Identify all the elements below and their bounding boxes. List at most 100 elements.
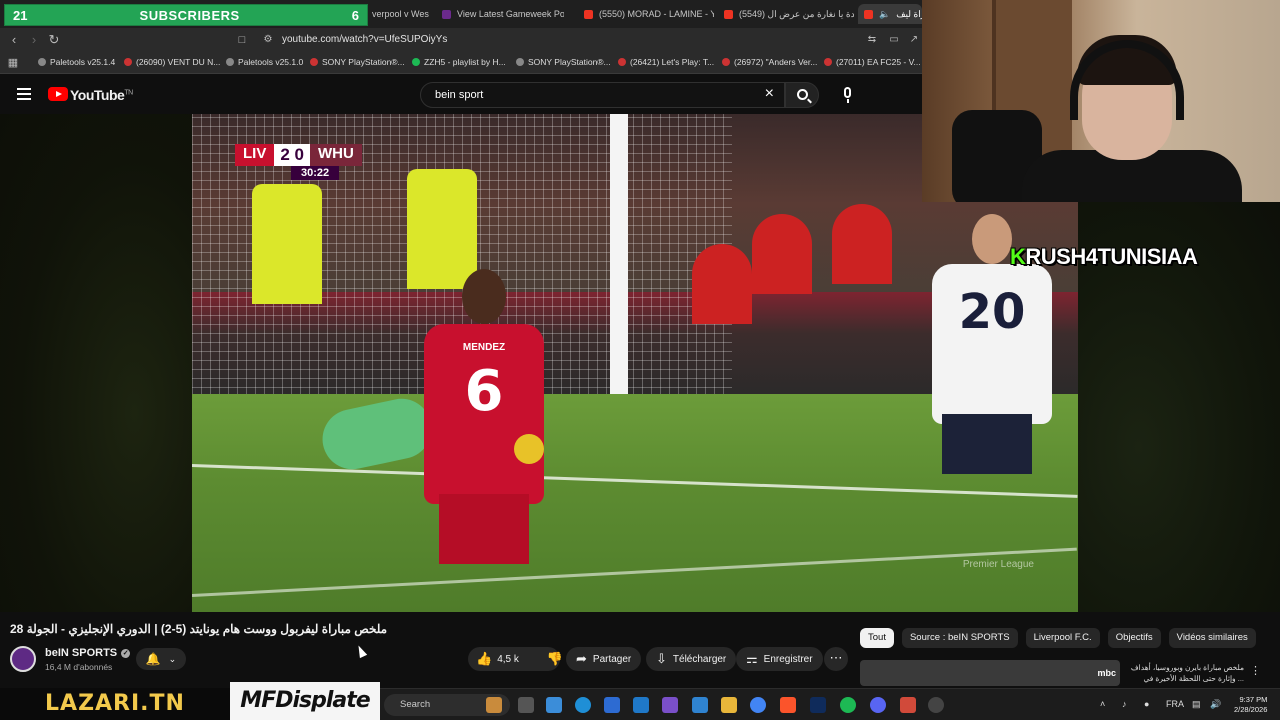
- file-explorer-icon[interactable]: [721, 697, 737, 713]
- more-options-icon[interactable]: ⋯: [824, 647, 848, 671]
- browser-tab[interactable]: (5550) MORAD - LAMINE - You: [578, 4, 714, 24]
- chip-goals[interactable]: Objectifs: [1107, 628, 1161, 648]
- spotify-icon[interactable]: [840, 697, 856, 713]
- teams-icon[interactable]: [662, 697, 678, 713]
- chrome-icon[interactable]: [750, 697, 766, 713]
- bookmark-icon[interactable]: □: [234, 32, 250, 48]
- subscriber-label: SUBSCRIBERS: [139, 7, 240, 23]
- bookmark-item[interactable]: ZZH5 - playlist by H...: [412, 57, 506, 67]
- bookmark-item[interactable]: (26972) "Anders Ver...: [722, 57, 817, 67]
- share-label: Partager: [592, 653, 632, 665]
- reload-icon[interactable]: ↻: [46, 32, 62, 48]
- tab-label: verpool v Wes: [372, 9, 429, 19]
- logo-region: TN: [124, 89, 133, 97]
- player-red: MENDEZ 6: [424, 269, 544, 564]
- bookmark-item[interactable]: SONY PlayStation®...: [516, 57, 611, 67]
- chip-source[interactable]: Source : beIN SPORTS: [901, 628, 1018, 648]
- browser-tab[interactable]: View Latest Gameweek Points: [436, 4, 564, 24]
- goal-post: [610, 114, 628, 426]
- download-button[interactable]: ⇩ Télécharger: [646, 647, 737, 671]
- ambient-glow-left: [0, 114, 192, 612]
- speaker-icon[interactable]: 🔈: [879, 9, 890, 20]
- discord-icon[interactable]: [870, 697, 886, 713]
- thumbs-down-icon: 👎: [546, 651, 564, 666]
- browser-tab[interactable]: (5549) سيدة يا نغارة من عرض ال: [718, 4, 854, 24]
- back-icon[interactable]: ‹: [6, 32, 22, 48]
- task-view-icon[interactable]: [518, 697, 534, 713]
- language-indicator[interactable]: FRA: [1166, 699, 1184, 709]
- taskbar-clock[interactable]: 9:37 PM 2/28/2026: [1234, 695, 1267, 715]
- share-button[interactable]: ➦ Partager: [566, 647, 642, 671]
- voice-search-button[interactable]: [836, 82, 860, 108]
- microphone-icon: [844, 87, 851, 98]
- bookmark-label: (26090) VENT DU N...: [136, 57, 221, 67]
- scorebug: LIV 2 0 WHU: [235, 144, 362, 166]
- save-button[interactable]: ⚎ Enregistrer: [736, 647, 823, 671]
- headphones-icon[interactable]: ♪: [1122, 699, 1127, 709]
- bookmark-item[interactable]: Paletools v25.1.4: [38, 57, 115, 67]
- photoshop-icon[interactable]: [810, 697, 826, 713]
- cast-icon[interactable]: ▭: [886, 32, 902, 48]
- bookmark-label: Paletools v25.1.0: [238, 57, 304, 67]
- bell-icon: 🔔: [145, 652, 161, 666]
- player-white: 20: [932, 214, 1052, 474]
- streamer-handle: KRUSH4TUNISIAA: [1010, 244, 1198, 270]
- bookmark-item[interactable]: (26090) VENT DU N...: [124, 57, 220, 67]
- subscriber-count-right: 6: [351, 7, 359, 23]
- search-icon: [797, 89, 808, 100]
- channel-name[interactable]: beIN SPORTS ✓: [45, 647, 131, 659]
- subscribed-bell-button[interactable]: 🔔 ⌄: [136, 648, 186, 670]
- store-icon[interactable]: [604, 697, 620, 713]
- chip-all[interactable]: Tout: [860, 628, 894, 648]
- youtube-logo-text[interactable]: YouTubeTN: [70, 87, 133, 103]
- outlook-icon[interactable]: [633, 697, 649, 713]
- apps-grid-icon[interactable]: ▦: [5, 55, 21, 71]
- search-input[interactable]: bein sport ×: [420, 82, 785, 108]
- player-number: 6: [464, 359, 504, 424]
- url-field[interactable]: youtube.com/watch?v=UfeSUPOiyYs: [282, 32, 447, 48]
- chip-liverpool[interactable]: Liverpool F.C.: [1025, 628, 1100, 648]
- handle-initial: K: [1010, 244, 1026, 269]
- network-icon[interactable]: ▤: [1192, 699, 1201, 710]
- mic-tray-icon[interactable]: ●: [1144, 699, 1149, 709]
- recommended-video-title[interactable]: ملخص مباراة بايرن وبوروسيا، أهداف ... وإ…: [1124, 662, 1244, 684]
- more-vertical-icon[interactable]: ⋮: [1250, 664, 1261, 677]
- brave-icon[interactable]: [780, 697, 796, 713]
- obs-icon[interactable]: [928, 697, 944, 713]
- youtube-icon: [724, 9, 733, 19]
- site-info-icon[interactable]: ⚙: [260, 32, 276, 48]
- menu-icon[interactable]: [17, 88, 31, 100]
- player-shorts: [942, 414, 1032, 474]
- translate-icon[interactable]: ⇆: [864, 32, 880, 48]
- share-icon[interactable]: ↗: [906, 32, 922, 48]
- edge-icon[interactable]: [575, 697, 591, 713]
- app-icon[interactable]: [692, 697, 708, 713]
- player-head: [462, 269, 506, 324]
- chip-similar[interactable]: Vidéos similaires: [1168, 628, 1256, 648]
- bookmark-label: SONY PlayStation®...: [322, 57, 405, 67]
- fan: [752, 214, 812, 294]
- browser-tab[interactable]: verpool v Wes: [366, 4, 432, 24]
- like-button[interactable]: 👍 4,5 k: [468, 647, 527, 671]
- clear-search-icon[interactable]: ×: [765, 85, 774, 103]
- fan: [832, 204, 892, 284]
- widget-icon[interactable]: [486, 697, 502, 713]
- recommended-video-thumbnail[interactable]: mbc: [860, 660, 1120, 686]
- bookmark-item[interactable]: (27011) EA FC25 - V...: [824, 57, 921, 67]
- browser-tab-active[interactable]: 🔈 مباراة ليف: [858, 4, 922, 24]
- bookmark-item[interactable]: (26421) Let's Play: T...: [618, 57, 714, 67]
- tray-chevron-icon[interactable]: ˄: [1100, 699, 1105, 709]
- bookmark-item[interactable]: SONY PlayStation®...: [310, 57, 405, 67]
- forward-icon[interactable]: ›: [26, 32, 42, 48]
- volume-icon[interactable]: 🔊: [1210, 699, 1221, 710]
- spotify-icon: [412, 58, 420, 66]
- youtube-logo-icon[interactable]: [48, 87, 68, 101]
- youtube-icon: [310, 58, 318, 66]
- tab-label: View Latest Gameweek Points: [457, 9, 564, 19]
- address-bar-row: ‹ › ↻ □ ⚙ youtube.com/watch?v=UfeSUPOiyY…: [0, 28, 922, 52]
- app-icon[interactable]: [900, 697, 916, 713]
- copilot-icon[interactable]: [546, 697, 562, 713]
- search-button[interactable]: [785, 82, 819, 108]
- bookmark-item[interactable]: Paletools v25.1.0: [226, 57, 303, 67]
- channel-avatar[interactable]: [10, 646, 36, 672]
